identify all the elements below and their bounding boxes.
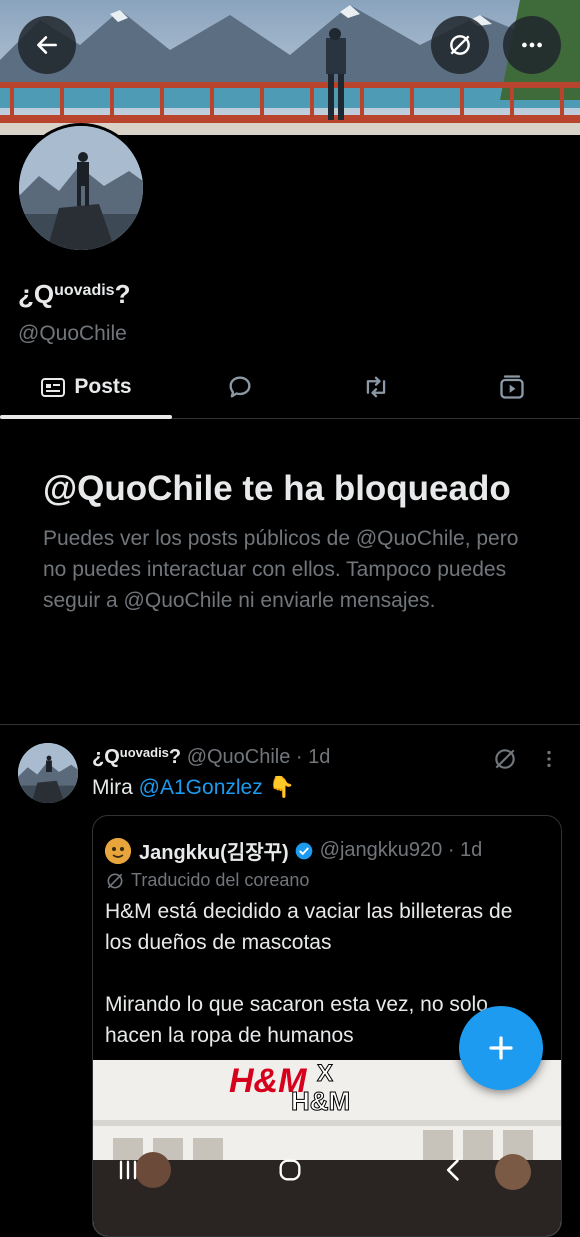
verified-icon — [295, 842, 313, 859]
post-emoji: 👇 — [268, 776, 295, 799]
reposts-icon — [366, 376, 386, 398]
translate-icon — [107, 873, 123, 888]
post-text-prefix: Mira — [92, 776, 139, 799]
arrow-left-icon — [37, 36, 57, 54]
profile-tabs: Posts — [0, 356, 580, 419]
post-blocked-button[interactable] — [492, 746, 518, 777]
profile-avatar[interactable] — [16, 123, 146, 253]
replies-icon — [229, 376, 251, 398]
post-name-sup: uovadis — [119, 745, 169, 760]
profile-handle: @QuoChile — [18, 322, 127, 345]
recent-apps-icon — [119, 1160, 137, 1180]
compose-post-button[interactable] — [459, 1006, 543, 1090]
tab-media[interactable] — [444, 356, 580, 418]
home-icon — [279, 1159, 301, 1181]
post-author-name[interactable]: ¿Quovadis? — [92, 745, 182, 768]
profile-name-sup: uovadis — [54, 282, 115, 299]
home-button[interactable] — [268, 1148, 312, 1192]
quote-author-avatar[interactable] — [105, 837, 131, 864]
translated-label-row[interactable]: Traducido del coreano — [105, 870, 309, 891]
post-name-prefix: ¿Q — [92, 746, 120, 768]
media-icon — [500, 375, 524, 399]
profile-name-suffix: ? — [114, 279, 131, 309]
tab-posts-label: Posts — [74, 375, 132, 398]
block-icon — [450, 35, 470, 55]
tab-reposts[interactable] — [308, 356, 444, 418]
profile-banner[interactable] — [0, 0, 580, 135]
post-mention-link[interactable]: @A1Gonzlez — [139, 776, 263, 799]
post-header: ¿Quovadis? @QuoChile · 1d — [92, 745, 330, 769]
post-more-button[interactable] — [538, 746, 560, 777]
posts-icon — [41, 378, 66, 397]
system-navigation-bar — [0, 1140, 580, 1199]
more-vertical-icon — [547, 750, 551, 768]
plus-icon — [489, 1036, 513, 1060]
blocked-title: @QuoChile te ha bloqueado — [43, 469, 511, 508]
more-options-button[interactable] — [503, 16, 561, 74]
translated-label: Traducido del coreano — [131, 870, 310, 890]
profile-name-prefix: ¿Q — [18, 279, 55, 309]
system-back-button[interactable] — [432, 1148, 476, 1192]
chevron-left-icon — [446, 1159, 459, 1181]
divider — [0, 724, 580, 725]
profile-name: ¿Quovadis? — [18, 279, 130, 310]
back-button[interactable] — [18, 16, 76, 74]
blocked-notice: @QuoChile te ha bloqueado Puedes ver los… — [43, 466, 543, 616]
block-icon — [495, 749, 515, 769]
quote-author-name[interactable]: Jangkku(김장꾸) — [139, 836, 289, 865]
blocked-status-button[interactable] — [431, 16, 489, 74]
quote-header: Jangkku(김장꾸) @jangkku920 · 1d — [105, 836, 482, 865]
tab-active-indicator — [0, 415, 172, 419]
post-author-avatar[interactable] — [18, 743, 78, 803]
post-text: Mira @A1Gonzlez 👇 — [92, 776, 295, 800]
tab-replies[interactable] — [172, 356, 308, 418]
image-text-hm-2: H&M — [290, 1086, 351, 1117]
blocked-message: Puedes ver los posts públicos de @QuoChi… — [43, 527, 519, 612]
quote-meta: @jangkku920 · 1d — [319, 839, 483, 861]
more-icon — [522, 42, 542, 48]
post-meta: @QuoChile · 1d — [186, 746, 331, 768]
post-name-suffix: ? — [168, 746, 182, 768]
image-text-x: X — [316, 1060, 334, 1088]
recent-apps-button[interactable] — [106, 1148, 150, 1192]
tab-posts[interactable]: Posts — [0, 356, 172, 419]
